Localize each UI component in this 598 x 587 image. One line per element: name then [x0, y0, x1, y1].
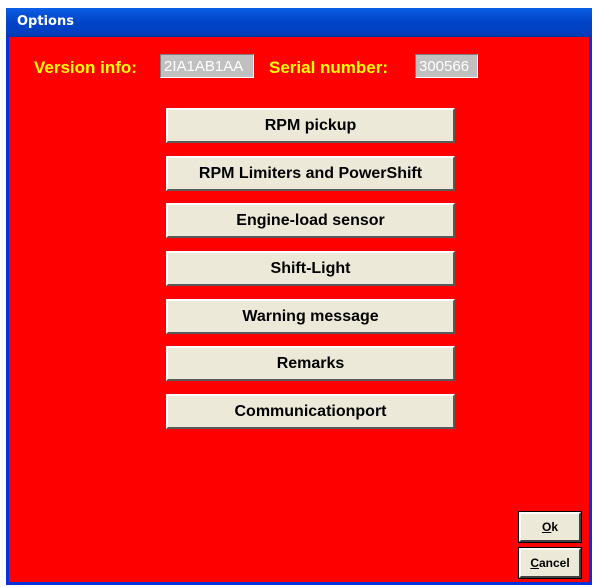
communicationport-button[interactable]: Communicationport: [166, 394, 455, 429]
cancel-button[interactable]: Cancel: [518, 547, 582, 579]
shift-light-button[interactable]: Shift-Light: [166, 251, 455, 286]
cancel-label-rest: ancel: [538, 556, 570, 570]
version-info-value: 2IA1AB1AA: [160, 54, 254, 78]
rpm-limiters-powershift-button[interactable]: RPM Limiters and PowerShift: [166, 156, 455, 191]
window-title: Options: [17, 14, 74, 29]
remarks-button[interactable]: Remarks: [166, 346, 455, 381]
serial-number-label: Serial number:: [269, 58, 389, 77]
ok-label-rest: k: [551, 520, 559, 534]
rpm-pickup-button[interactable]: RPM pickup: [166, 108, 455, 143]
cancel-mnemonic: C: [530, 556, 539, 570]
serial-number-value: 300566: [415, 54, 478, 78]
ok-mnemonic: O: [541, 520, 552, 534]
engine-load-sensor-button[interactable]: Engine-load sensor: [166, 203, 455, 238]
title-bar[interactable]: Options: [6, 8, 592, 37]
options-dialog: Options Version info: 2IA1AB1AA Serial n…: [6, 8, 592, 585]
warning-message-button[interactable]: Warning message: [166, 299, 455, 334]
version-info-label: Version info:: [34, 58, 137, 77]
ok-button[interactable]: Ok: [518, 511, 582, 543]
